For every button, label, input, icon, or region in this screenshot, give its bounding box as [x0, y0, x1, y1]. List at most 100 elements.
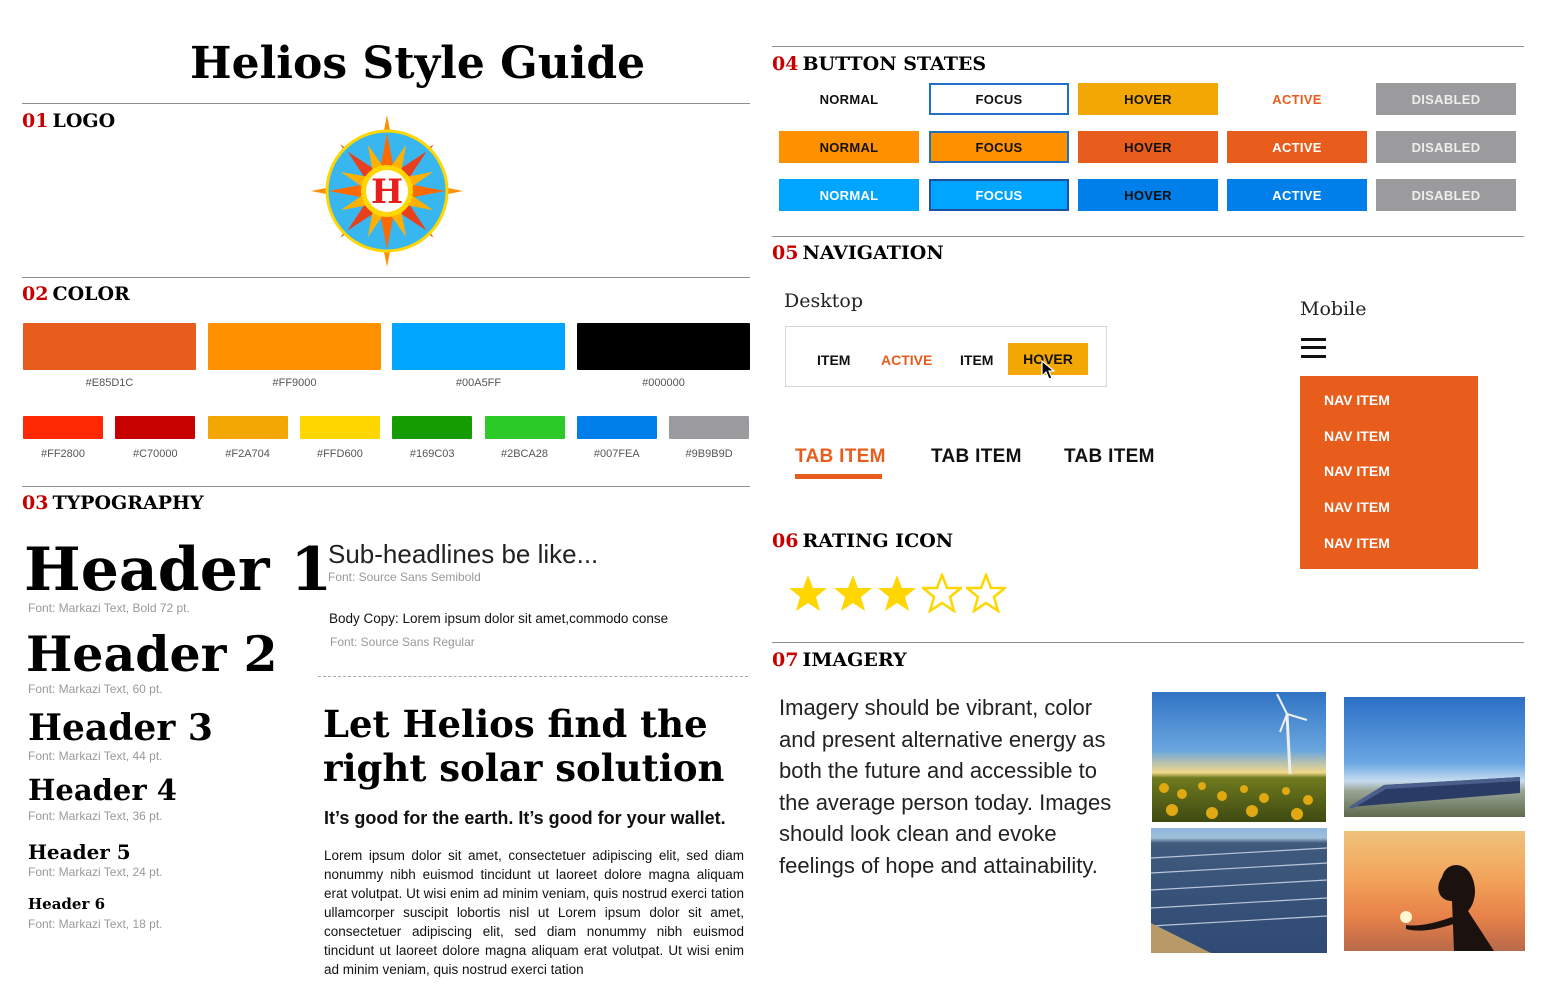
star-filled-icon[interactable] — [877, 573, 917, 613]
color-swatch — [115, 416, 196, 439]
button-hover-orange[interactable]: HOVER — [1078, 131, 1218, 163]
hamburger-icon[interactable] — [1301, 337, 1327, 359]
sample-subheadline: It’s good for the earth. It’s good for y… — [324, 808, 726, 828]
divider — [772, 642, 1524, 643]
solar-panels-sky-photo — [1344, 697, 1525, 817]
mobile-nav-item[interactable]: NAV ITEM — [1324, 392, 1390, 408]
color-hex-label: #FF9000 — [272, 377, 317, 389]
color-hex-label: #9B9B9D — [685, 448, 733, 460]
color-hex-label: #E85D1C — [85, 377, 134, 389]
color-hex-label: #FF2800 — [40, 448, 86, 460]
mobile-nav-item[interactable]: NAV ITEM — [1324, 463, 1390, 479]
sunflower-wind-turbine-photo — [1152, 692, 1326, 822]
color-hex-label: #169C03 — [409, 448, 455, 460]
header-4-note: Font: Markazi Text, 36 pt. — [28, 809, 163, 823]
mobile-label: Mobile — [1300, 298, 1367, 320]
color-hex-label: #C70000 — [132, 448, 178, 460]
header-2-sample: Header 2 — [26, 625, 278, 683]
button-disabled-blue[interactable]: DISABLED — [1376, 179, 1516, 211]
mobile-nav-menu: NAV ITEM NAV ITEM NAV ITEM NAV ITEM NAV … — [1300, 376, 1478, 569]
silhouette-icon — [1400, 865, 1494, 951]
color-swatch — [484, 416, 565, 439]
header-3-sample: Header 3 — [28, 707, 213, 749]
button-normal-blue[interactable]: NORMAL — [779, 179, 919, 211]
desktop-nav-bar: ITEM ACTIVE ITEM HOVER — [785, 326, 1107, 387]
section-navigation-heading: 05 NAVIGATION — [772, 242, 944, 264]
desktop-nav-item-active[interactable]: ACTIVE — [881, 352, 932, 368]
color-hex-label: #FFD600 — [316, 448, 363, 460]
button-focus-text[interactable]: FOCUS — [929, 83, 1069, 115]
color-swatch — [299, 416, 380, 439]
color-hex-label: #00A5FF — [455, 377, 502, 389]
solar-rows-icon — [1151, 847, 1327, 953]
tab-item-active[interactable]: TAB ITEM — [795, 446, 886, 468]
color-swatch — [669, 416, 750, 439]
button-active-text[interactable]: ACTIVE — [1227, 83, 1367, 115]
color-swatch — [576, 416, 657, 439]
header-3-note: Font: Markazi Text, 44 pt. — [28, 749, 163, 763]
color-swatch — [23, 323, 196, 370]
mobile-nav-item[interactable]: NAV ITEM — [1324, 428, 1390, 444]
button-normal-orange[interactable]: NORMAL — [779, 131, 919, 163]
section-rating-heading: 06 RATING ICON — [772, 530, 954, 552]
desktop-label: Desktop — [784, 290, 863, 312]
color-hex-label: #2BCA28 — [500, 448, 549, 460]
page-title: Helios Style Guide — [190, 38, 646, 89]
button-disabled-orange[interactable]: DISABLED — [1376, 131, 1516, 163]
star-filled-icon[interactable] — [788, 573, 828, 613]
color-swatch — [392, 416, 473, 439]
star-outline-icon[interactable] — [966, 573, 1006, 613]
color-swatch — [392, 323, 565, 370]
color-swatch — [207, 416, 288, 439]
solar-array-icon — [1349, 777, 1520, 809]
section-color-heading: 02 COLOR — [22, 283, 130, 305]
button-focus-blue[interactable]: FOCUS — [929, 179, 1069, 211]
mobile-nav-item[interactable]: NAV ITEM — [1324, 499, 1390, 515]
desktop-nav-item[interactable]: ITEM — [960, 352, 993, 368]
desktop-nav-item[interactable]: ITEM — [817, 352, 850, 368]
divider — [22, 486, 750, 487]
girl-holding-sun-photo — [1344, 831, 1525, 951]
solar-farm-aerial-photo — [1151, 828, 1327, 953]
section-typography-heading: 03 TYPOGRAPHY — [22, 492, 204, 514]
sample-headline: Let Helios find the right solar solution — [323, 702, 725, 790]
tab-item[interactable]: TAB ITEM — [1064, 446, 1155, 468]
color-swatch — [23, 416, 103, 439]
sun-logo-icon: H — [311, 115, 463, 267]
star-filled-icon[interactable] — [833, 573, 873, 613]
button-normal-text[interactable]: NORMAL — [779, 83, 919, 115]
imagery-description: Imagery should be vibrant, color and pre… — [779, 695, 1112, 878]
button-disabled-text[interactable]: DISABLED — [1376, 83, 1516, 115]
button-active-orange[interactable]: ACTIVE — [1227, 131, 1367, 163]
button-active-blue[interactable]: ACTIVE — [1227, 179, 1367, 211]
mobile-nav-item[interactable]: NAV ITEM — [1324, 535, 1390, 551]
divider — [772, 46, 1524, 47]
divider — [22, 103, 750, 104]
cursor-icon — [1041, 360, 1055, 380]
button-hover-text[interactable]: HOVER — [1078, 83, 1218, 115]
svg-text:H: H — [371, 172, 403, 212]
sunflower-field-icon — [1159, 693, 1313, 820]
header-5-note: Font: Markazi Text, 24 pt. — [28, 865, 163, 879]
body-copy-note: Font: Source Sans Regular — [330, 635, 475, 649]
helios-logo: H — [308, 112, 466, 270]
header-6-sample: Header 6 — [28, 895, 106, 913]
active-tab-underline — [795, 474, 882, 479]
divider — [772, 236, 1524, 237]
header-2-note: Font: Markazi Text, 60 pt. — [28, 682, 163, 696]
star-outline-icon[interactable] — [921, 573, 962, 613]
button-hover-blue[interactable]: HOVER — [1078, 179, 1218, 211]
button-focus-orange[interactable]: FOCUS — [929, 131, 1069, 163]
section-logo-heading: 01 LOGO — [22, 110, 116, 132]
header-1-sample: Header 1 — [24, 535, 333, 605]
section-imagery-heading: 07 IMAGERY — [772, 649, 907, 671]
tab-item[interactable]: TAB ITEM — [931, 446, 1022, 468]
sample-body-paragraph: Lorem ipsum dolor sit amet, consectetuer… — [324, 848, 744, 977]
color-hex-label: #000000 — [642, 377, 685, 389]
body-copy-sample: Body Copy: Lorem ipsum dolor sit amet,co… — [329, 611, 669, 626]
header-1-note: Font: Markazi Text, Bold 72 pt. — [28, 601, 190, 615]
color-swatch — [577, 323, 750, 370]
divider — [22, 277, 750, 278]
header-6-note: Font: Markazi Text, 18 pt. — [28, 917, 163, 931]
header-5-sample: Header 5 — [28, 840, 131, 864]
